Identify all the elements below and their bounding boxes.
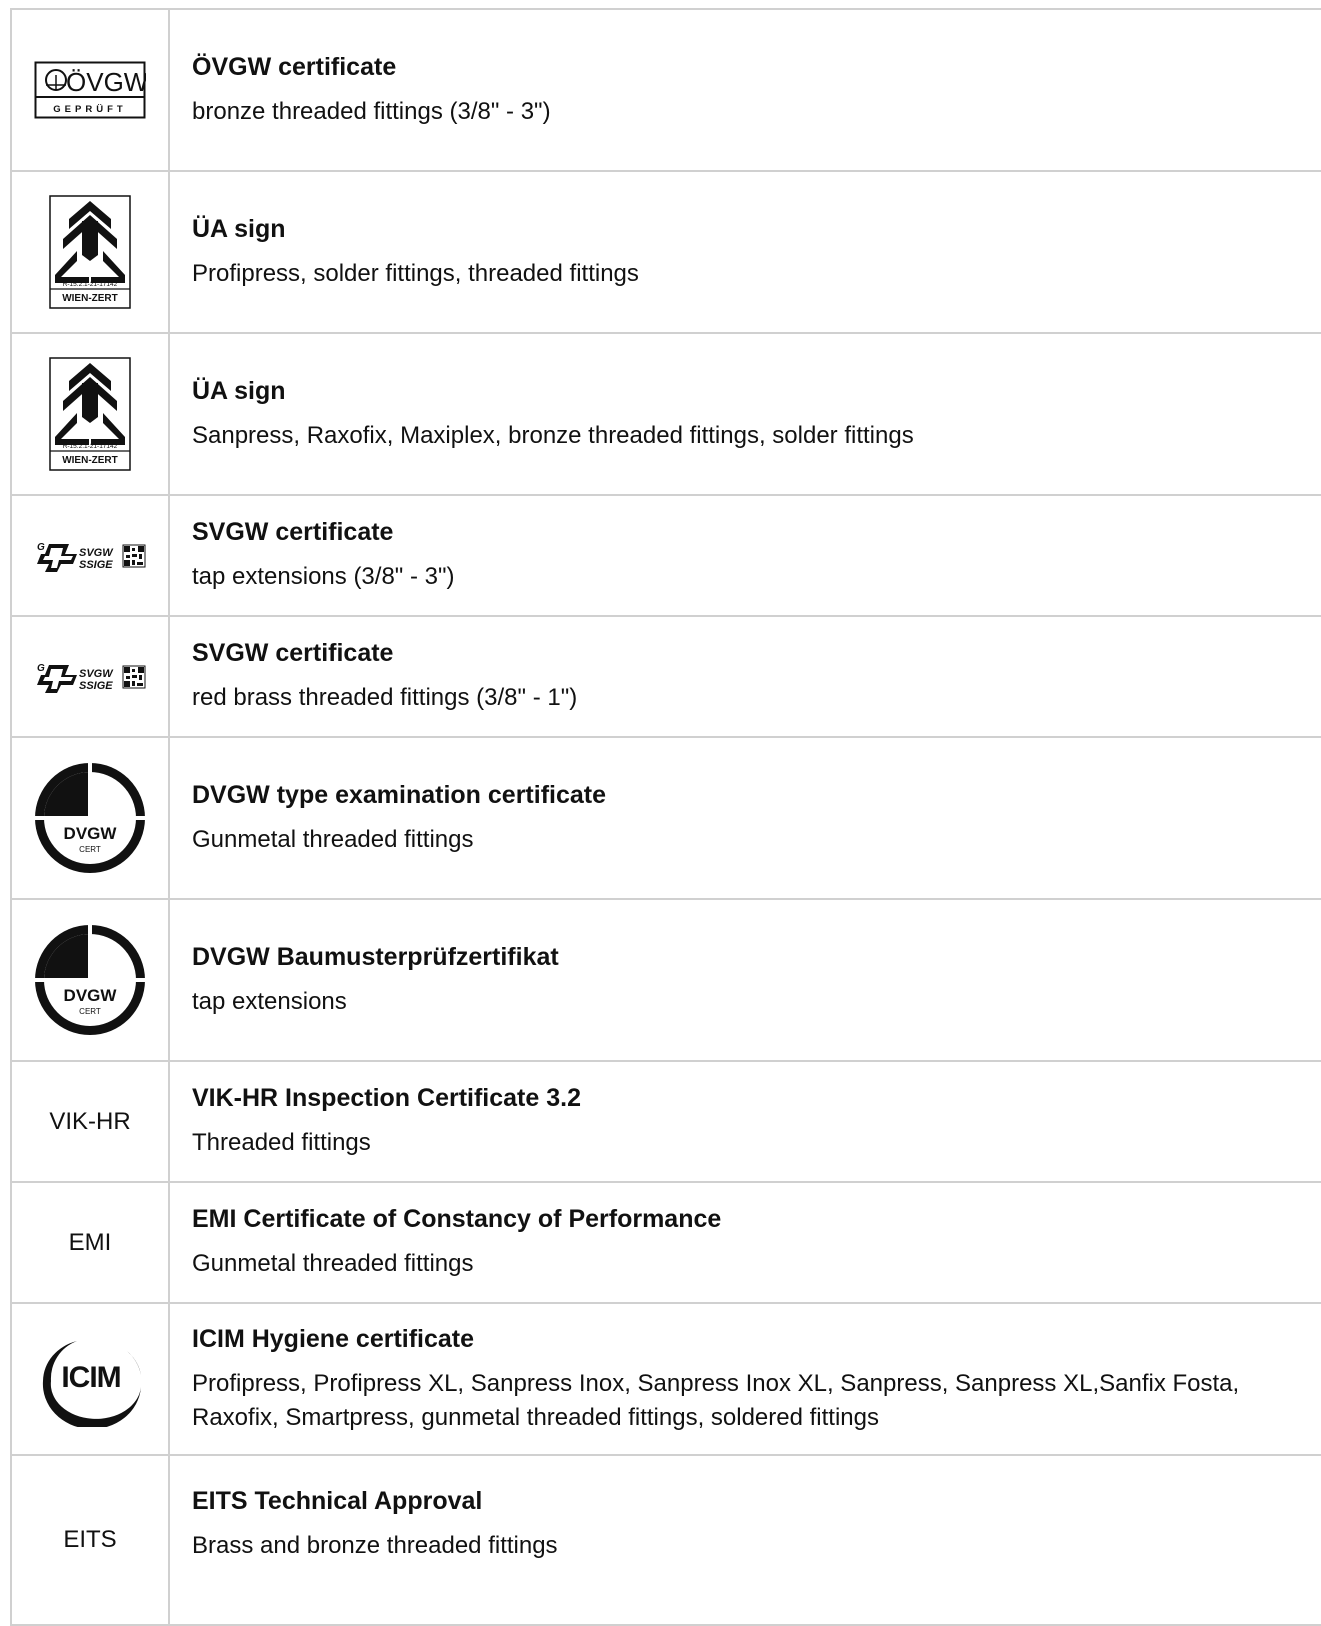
logo-cell: DVGW CERT bbox=[12, 738, 170, 898]
logo-cell: VIK-HR bbox=[12, 1062, 170, 1181]
dvgw-cert-logo-icon: DVGW CERT bbox=[31, 759, 149, 873]
table-row: G SVGW SSIGE SVGW certificate red brass … bbox=[12, 617, 1321, 738]
certificate-description: tap extensions (3/8" - 3") bbox=[192, 563, 455, 590]
text-cell: ÜA sign Profipress, solder fittings, thr… bbox=[170, 172, 1321, 332]
ua-wien-zert-logo-icon: R-15.2.1-21-17142 WIEN-ZERT bbox=[49, 357, 131, 471]
logo-cell: R-15.2.1-21-17142 WIEN-ZERT bbox=[12, 172, 170, 332]
dvgw-cert-text: CERT bbox=[79, 845, 101, 854]
table-row: EITS EITS Technical Approval Brass and b… bbox=[12, 1456, 1321, 1626]
dvgw-text: DVGW bbox=[64, 986, 118, 1005]
icim-text: ICIM bbox=[61, 1361, 120, 1394]
dvgw-cert-logo-icon: DVGW CERT bbox=[31, 921, 149, 1035]
ovgw-logo-text: ÖVGW bbox=[66, 67, 146, 97]
ssige-text: SSIGE bbox=[79, 680, 113, 692]
ua-wien-zert-text: WIEN-ZERT bbox=[62, 455, 118, 466]
logo-cell: DVGW CERT bbox=[12, 900, 170, 1060]
logo-cell: R-15.2.1-21-17142 WIEN-ZERT bbox=[12, 334, 170, 494]
logo-cell: ÖVGW GEPRÜFT bbox=[12, 10, 170, 170]
ua-wien-zert-text: WIEN-ZERT bbox=[62, 293, 118, 304]
text-cell: EITS Technical Approval Brass and bronze… bbox=[170, 1456, 1321, 1624]
certificate-description: Gunmetal threaded fittings bbox=[192, 1250, 474, 1277]
table-row: VIK-HR VIK-HR Inspection Certificate 3.2… bbox=[12, 1062, 1321, 1183]
ua-registration-number: R-15.2.1-21-17142 bbox=[63, 281, 118, 288]
icim-logo-icon: ICIM bbox=[42, 1341, 141, 1427]
logo-cell: EMI bbox=[12, 1183, 170, 1302]
certificate-title: EMI Certificate of Constancy of Performa… bbox=[192, 1205, 722, 1233]
certificate-description: Brass and bronze threaded fittings bbox=[192, 1532, 558, 1559]
table-row: EMI EMI Certificate of Constancy of Perf… bbox=[12, 1183, 1321, 1304]
certificate-description: red brass threaded fittings (3/8" - 1") bbox=[192, 684, 578, 711]
svgw-text: SVGW bbox=[79, 547, 114, 559]
certificate-title: SVGW certificate bbox=[192, 518, 394, 546]
ua-registration-number: R-15.2.1-21-17142 bbox=[63, 443, 118, 450]
text-cell: VIK-HR Inspection Certificate 3.2 Thread… bbox=[170, 1062, 1321, 1181]
svgw-g-mark: G bbox=[37, 542, 45, 553]
text-cell: ÜA sign Sanpress, Raxofix, Maxiplex, bro… bbox=[170, 334, 1321, 494]
table-row: DVGW CERT DVGW Baumusterprüfzertifikat t… bbox=[12, 900, 1321, 1062]
certificate-title: ÜA sign bbox=[192, 214, 286, 243]
certificate-title: SVGW certificate bbox=[192, 639, 394, 667]
certificate-description: Profipress, Profipress XL, Sanpress Inox… bbox=[192, 1369, 1240, 1431]
svgw-g-mark: G bbox=[37, 663, 45, 674]
certificate-title: VIK-HR Inspection Certificate 3.2 bbox=[192, 1084, 581, 1112]
text-cell: SVGW certificate tap extensions (3/8" - … bbox=[170, 496, 1321, 615]
table-row: R-15.2.1-21-17142 WIEN-ZERT ÜA sign Sanp… bbox=[12, 334, 1321, 496]
svgw-logo-icon: G SVGW SSIGE bbox=[37, 542, 146, 572]
certificate-title: ICIM Hygiene certificate bbox=[192, 1324, 475, 1353]
certificates-table: ÖVGW GEPRÜFT ÖVGW certificate bronze thr… bbox=[10, 8, 1321, 1626]
qr-code-icon bbox=[122, 665, 146, 688]
qr-code-icon bbox=[122, 544, 146, 567]
certificate-title: DVGW type examination certificate bbox=[192, 780, 607, 809]
vik-hr-logo-text: VIK-HR bbox=[49, 1107, 131, 1135]
text-cell: DVGW type examination certificate Gunmet… bbox=[170, 738, 1321, 898]
dvgw-text: DVGW bbox=[64, 824, 118, 843]
certificate-title: EITS Technical Approval bbox=[192, 1487, 483, 1515]
certificate-title: ÖVGW certificate bbox=[192, 52, 397, 81]
text-cell: ÖVGW certificate bronze threaded fitting… bbox=[170, 10, 1321, 170]
ua-wien-zert-logo-icon: R-15.2.1-21-17142 WIEN-ZERT bbox=[49, 195, 131, 309]
certificate-title: ÜA sign bbox=[192, 376, 286, 405]
text-cell: EMI Certificate of Constancy of Performa… bbox=[170, 1183, 1321, 1302]
certificate-title: DVGW Baumusterprüfzertifikat bbox=[192, 942, 559, 971]
certificate-description: Sanpress, Raxofix, Maxiplex, bronze thre… bbox=[192, 421, 914, 449]
ovgw-logo-icon: ÖVGW GEPRÜFT bbox=[34, 61, 146, 119]
table-row: DVGW CERT DVGW type examination certific… bbox=[12, 738, 1321, 900]
svgw-text: SVGW bbox=[79, 668, 114, 680]
logo-cell: G SVGW SSIGE bbox=[12, 496, 170, 615]
certificate-description: Profipress, solder fittings, threaded fi… bbox=[192, 259, 639, 287]
table-row: ÖVGW GEPRÜFT ÖVGW certificate bronze thr… bbox=[12, 10, 1321, 172]
certificate-description: Threaded fittings bbox=[192, 1129, 371, 1156]
ovgw-logo-subtext: GEPRÜFT bbox=[53, 104, 126, 115]
emi-logo-text: EMI bbox=[68, 1228, 112, 1256]
eits-logo-text: EITS bbox=[63, 1526, 117, 1553]
logo-cell: ICIM bbox=[12, 1304, 170, 1454]
certificate-description: tap extensions bbox=[192, 987, 347, 1015]
text-cell: SVGW certificate red brass threaded fitt… bbox=[170, 617, 1321, 736]
logo-cell: G SVGW SSIGE bbox=[12, 617, 170, 736]
ssige-text: SSIGE bbox=[79, 559, 113, 571]
svgw-logo-icon: G SVGW SSIGE bbox=[37, 663, 146, 693]
table-row: ICIM ICIM Hygiene certificate Profipress… bbox=[12, 1304, 1321, 1456]
text-cell: ICIM Hygiene certificate Profipress, Pro… bbox=[170, 1304, 1321, 1454]
certificate-description: Gunmetal threaded fittings bbox=[192, 825, 474, 853]
table-row: R-15.2.1-21-17142 WIEN-ZERT ÜA sign Prof… bbox=[12, 172, 1321, 334]
dvgw-cert-text: CERT bbox=[79, 1007, 101, 1016]
certificate-description: bronze threaded fittings (3/8" - 3") bbox=[192, 97, 551, 125]
text-cell: DVGW Baumusterprüfzertifikat tap extensi… bbox=[170, 900, 1321, 1060]
logo-cell: EITS bbox=[12, 1456, 170, 1624]
table-row: G SVGW SSIGE SVGW certificate tap extens… bbox=[12, 496, 1321, 617]
